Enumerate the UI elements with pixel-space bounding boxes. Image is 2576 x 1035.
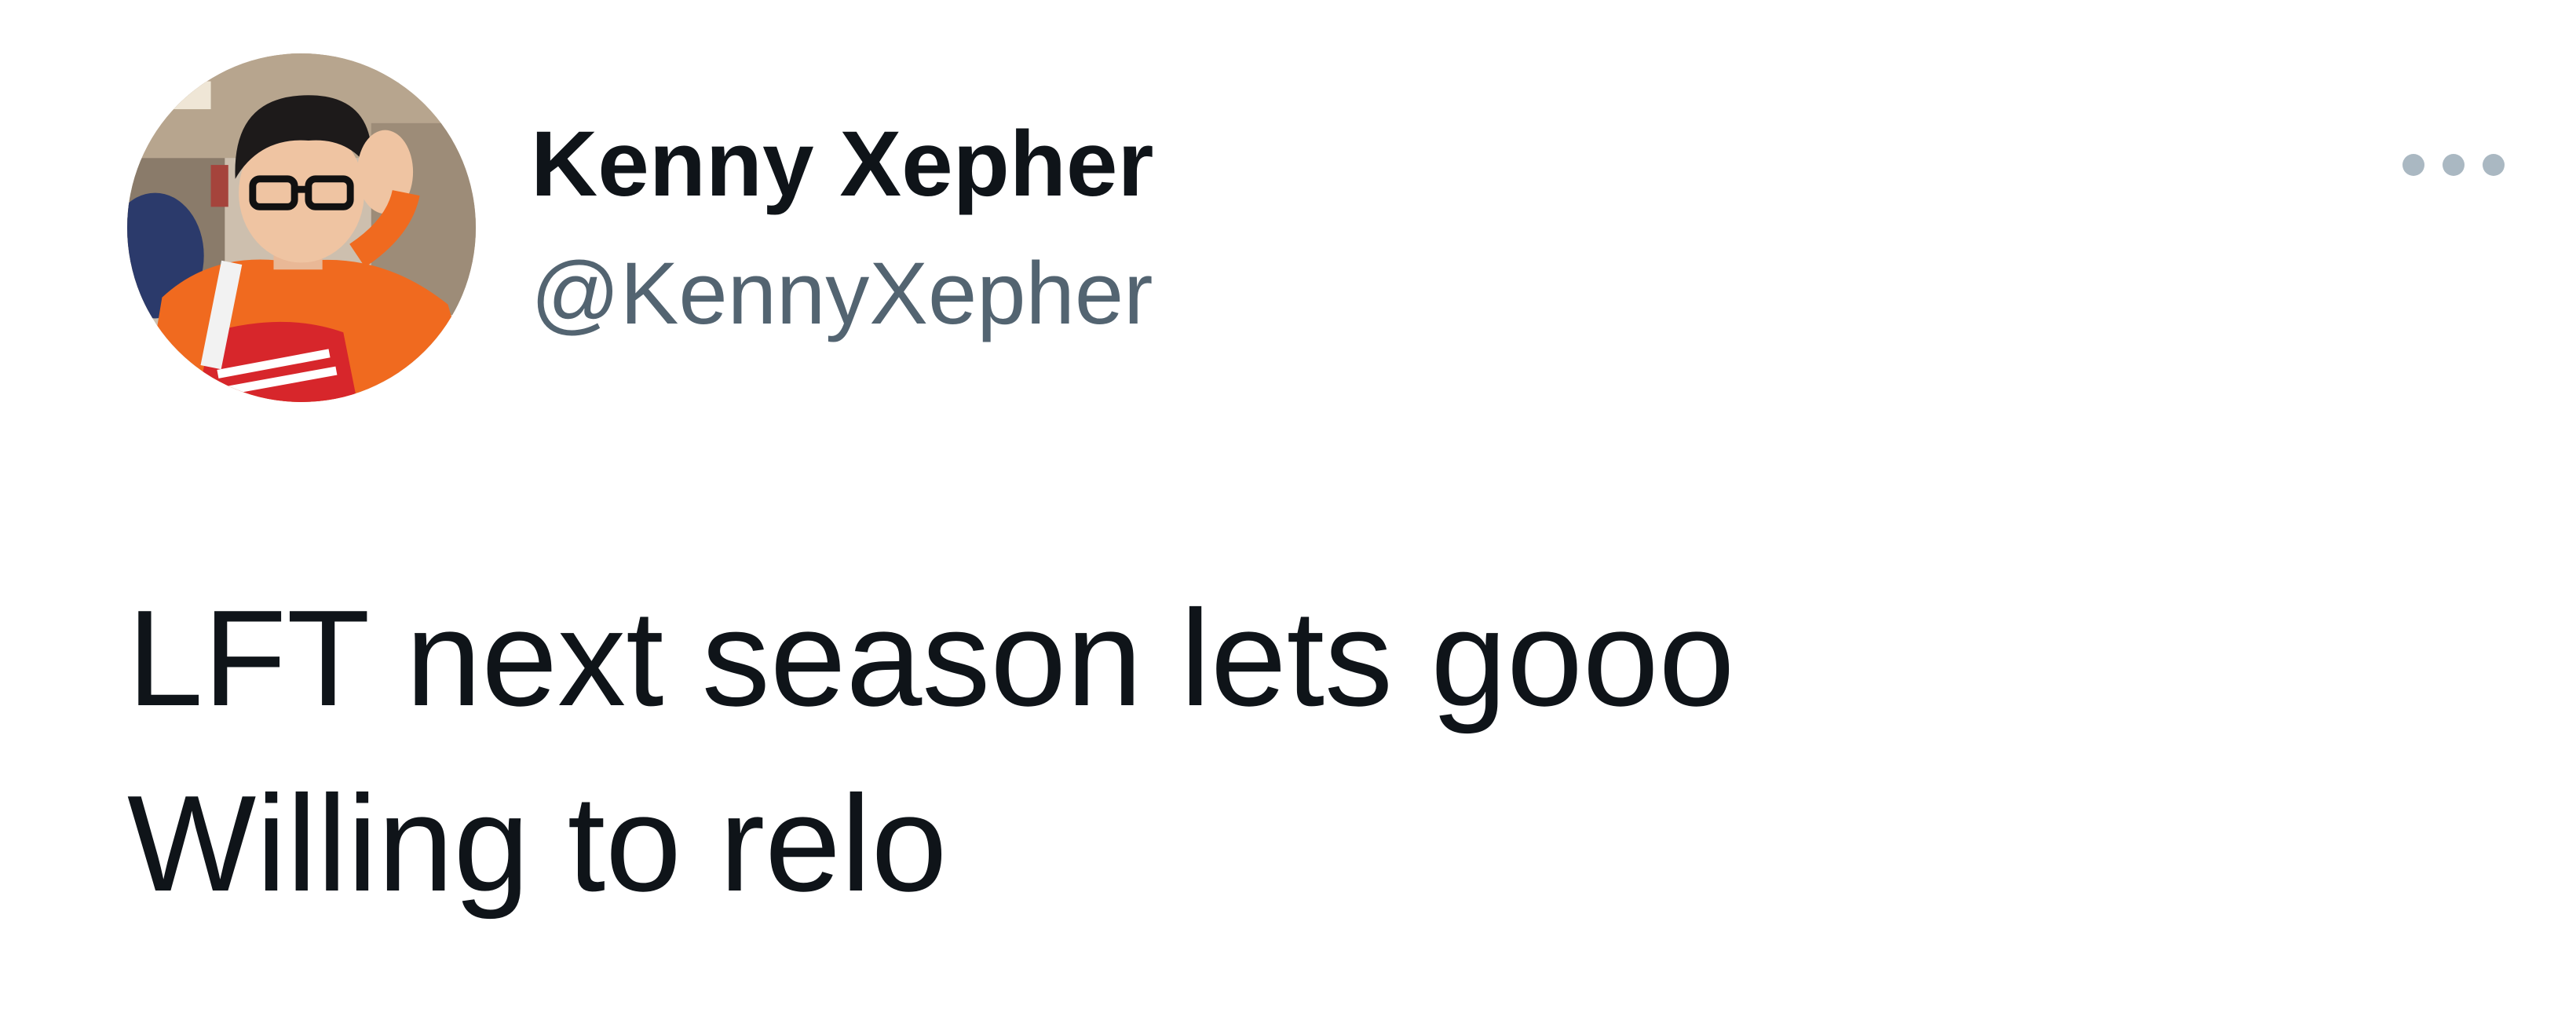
user-handle[interactable]: @KennyXepher bbox=[531, 250, 1153, 338]
more-horizontal-icon bbox=[2443, 154, 2465, 176]
more-horizontal-icon bbox=[2402, 154, 2424, 176]
tweet-text-line: Willing to relo bbox=[127, 766, 948, 920]
display-name[interactable]: Kenny Xepher bbox=[531, 118, 1153, 210]
more-horizontal-icon bbox=[2483, 154, 2505, 176]
avatar[interactable] bbox=[127, 53, 476, 402]
more-options-button[interactable] bbox=[2402, 143, 2505, 187]
tweet-card: Kenny Xepher @KennyXepher LFT next seaso… bbox=[0, 0, 2576, 1035]
tweet-text-line: LFT next season lets gooo bbox=[127, 581, 1735, 734]
avatar-photo bbox=[127, 53, 476, 402]
tweet-text: LFT next season lets gooo Willing to rel… bbox=[127, 565, 1734, 936]
